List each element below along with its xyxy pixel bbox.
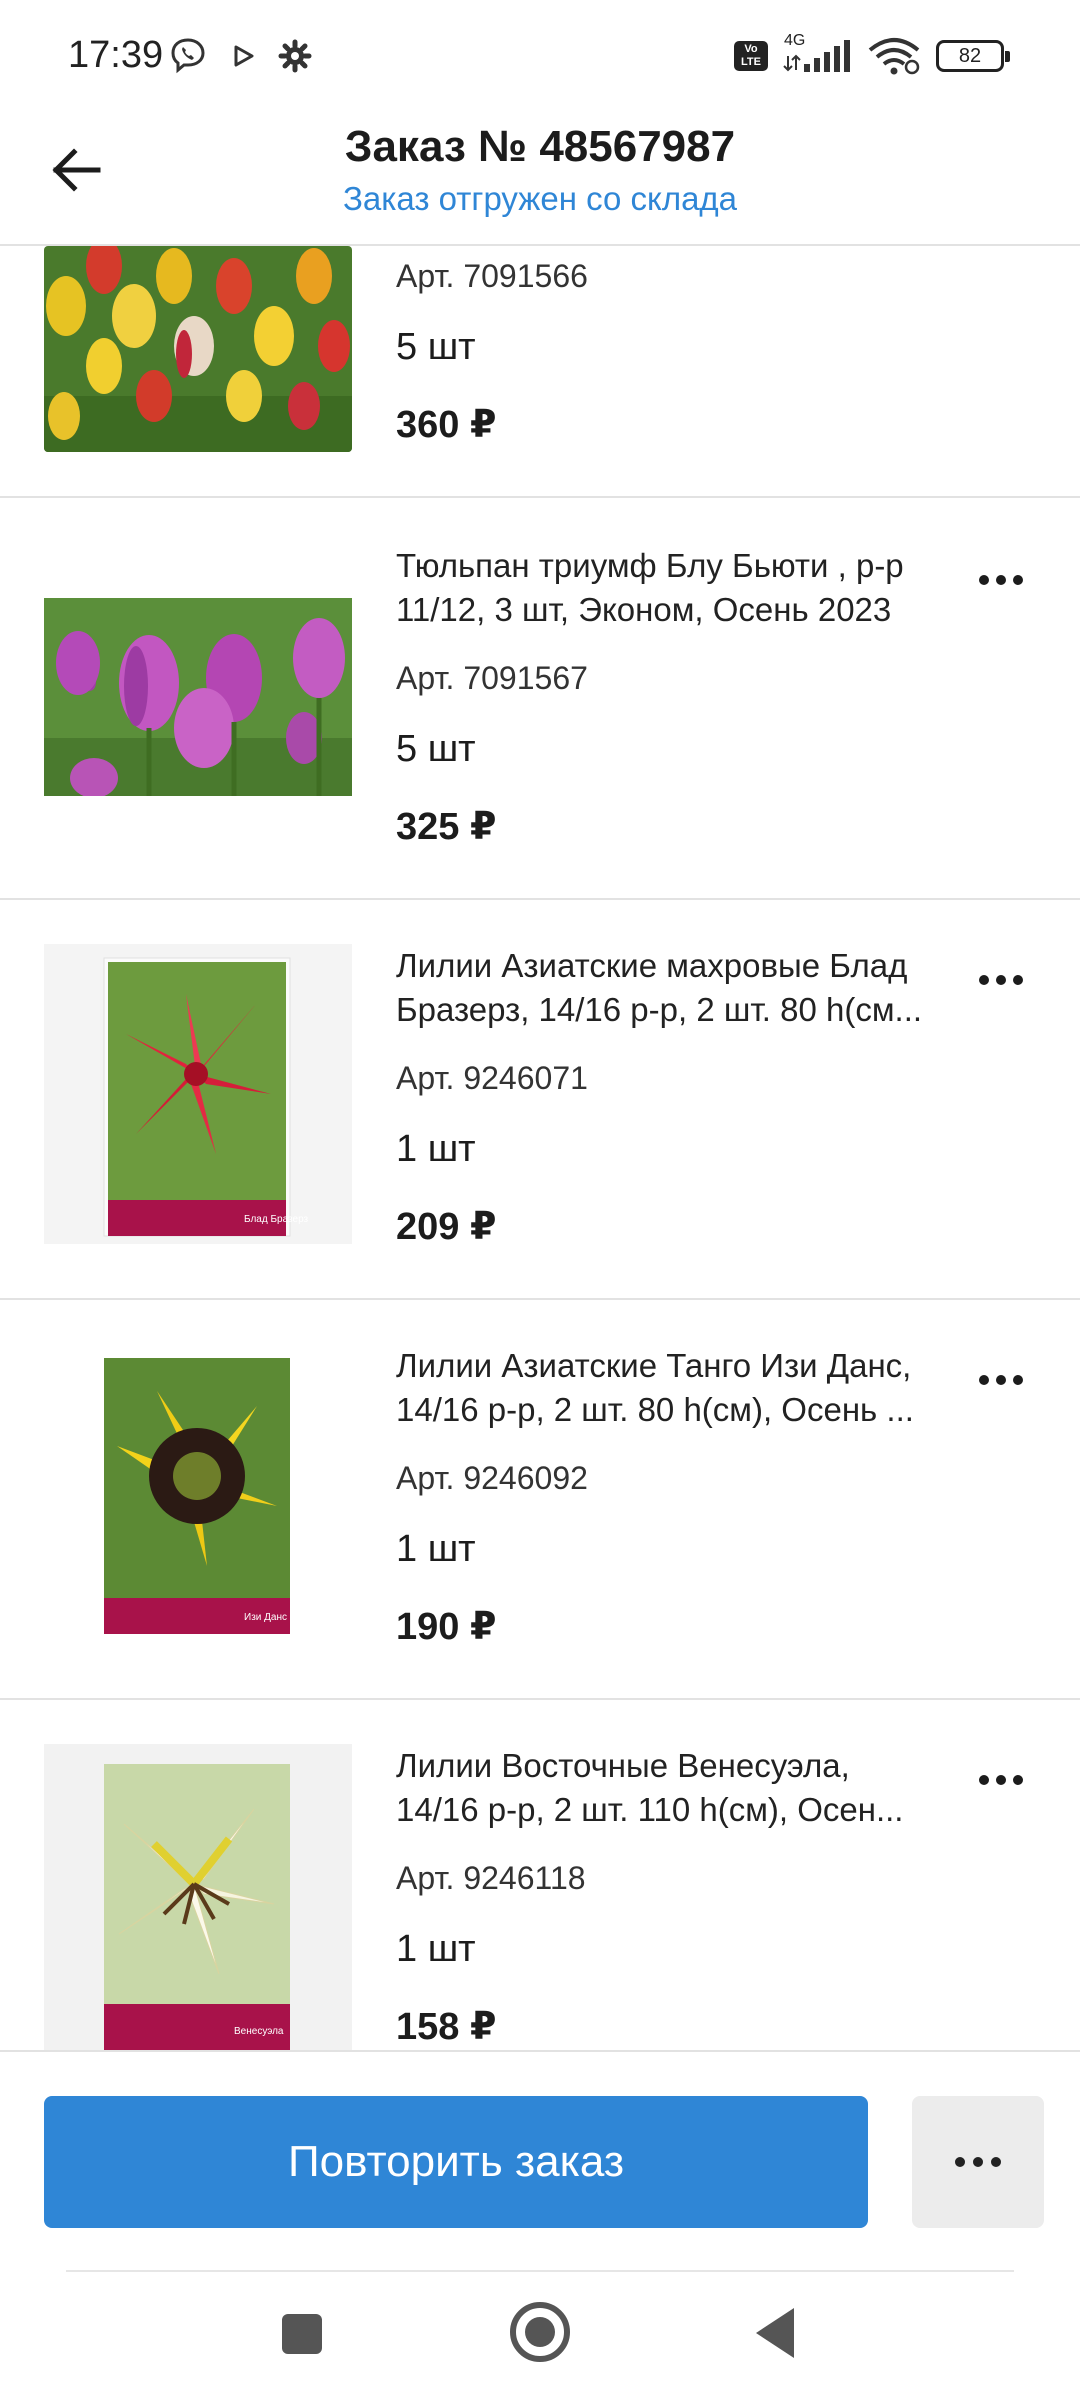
order-item[interactable]: Изи Данс Лилии Азиатские Танго Изи Данс,… [0, 1300, 1080, 1700]
product-image[interactable]: Изи Данс [44, 1344, 352, 1644]
item-name-line: Лилии Восточные Венесуэла, [396, 1747, 850, 1784]
svg-text:Венесуэла: Венесуэла [234, 2026, 284, 2037]
page-title: Заказ № 48567987 [344, 122, 736, 171]
item-more-button[interactable] [966, 960, 1036, 1000]
item-name-line: Тюльпан триумф Блу Бьюти , р-р [396, 547, 904, 584]
item-price: 190 ₽ [396, 1606, 497, 1648]
product-image[interactable]: Венесуэла [44, 1744, 352, 2050]
item-price: 325 ₽ [396, 806, 497, 848]
item-more-button[interactable] [966, 1360, 1036, 1400]
play-store-icon [234, 45, 254, 67]
item-quantity: 5 шт [396, 326, 476, 368]
item-article: Арт. 7091566 [396, 258, 588, 294]
order-item[interactable]: Арт. 7091566 5 шт 360 ₽ [0, 246, 1080, 498]
product-image[interactable] [44, 246, 352, 452]
svg-text:Изи Данс: Изи Данс [244, 1612, 287, 1623]
item-article: Арт. 7091567 [396, 660, 588, 696]
svg-text:Блад Бразерз: Блад Бразерз [244, 1214, 309, 1225]
system-back-button[interactable] [756, 2308, 794, 2358]
more-icon [955, 2157, 965, 2167]
gear-icon [278, 39, 312, 73]
order-header: Заказ № 48567987 Заказ отгружен со склад… [0, 118, 1080, 246]
order-item[interactable]: Блад Бразерз Лилии Азиатские махровые Бл… [0, 900, 1080, 1300]
wifi-icon [868, 38, 920, 75]
item-name: Лилии Азиатские махровые Блад Бразерз, 1… [396, 944, 956, 1032]
item-price: 158 ₽ [396, 2006, 497, 2048]
item-article: Арт. 9246092 [396, 1460, 588, 1496]
item-name-line: 14/16 р-р, 2 шт. 80 h(см), Осень ... [396, 1391, 914, 1428]
item-name-line: Лилии Азиатские махровые Блад [396, 947, 908, 984]
bottom-action-bar: Повторить заказ [0, 2050, 1080, 2272]
item-name-line: Бразерз, 14/16 р-р, 2 шт. 80 h(см... [396, 991, 923, 1028]
more-actions-button[interactable] [912, 2096, 1044, 2228]
item-name: Лилии Азиатские Танго Изи Данс, 14/16 р-… [396, 1344, 956, 1432]
item-quantity: 1 шт [396, 1128, 476, 1170]
item-name: Тюльпан триумф Блу Бьюти , р-р 11/12, 3 … [396, 544, 956, 632]
cellular-signal-icon: 4G [782, 32, 852, 74]
item-quantity: 1 шт [396, 1528, 476, 1570]
item-quantity: 5 шт [396, 728, 476, 770]
item-more-button[interactable] [966, 1760, 1036, 1800]
recents-button[interactable] [282, 2314, 322, 2354]
order-item[interactable]: Венесуэла Лилии Восточные Венесуэла, 14/… [0, 1700, 1080, 2050]
item-name-line: 14/16 р-р, 2 шт. 110 h(см), Осен... [396, 1791, 904, 1828]
item-name-line: Лилии Азиатские Танго Изи Данс, [396, 1347, 912, 1384]
product-image[interactable] [44, 598, 352, 796]
item-price: 209 ₽ [396, 1206, 497, 1248]
home-button[interactable] [510, 2302, 570, 2362]
item-price: 360 ₽ [396, 404, 497, 446]
repeat-order-button[interactable]: Повторить заказ [44, 2096, 868, 2228]
item-name-line: 11/12, 3 шт, Эконом, Осень 2023 [396, 591, 892, 628]
system-navigation-bar [0, 2272, 1080, 2400]
order-items-list[interactable]: Арт. 7091566 5 шт 360 ₽ Тюльпан триумф Б… [0, 246, 1080, 2050]
item-quantity: 1 шт [396, 1928, 476, 1970]
product-image[interactable]: Блад Бразерз [44, 944, 352, 1244]
battery-icon: 82 [936, 40, 1010, 72]
item-more-button[interactable] [966, 560, 1036, 600]
item-article: Арт. 9246071 [396, 1060, 588, 1096]
status-time: 17:39 [68, 34, 164, 76]
status-left-icons [168, 36, 312, 76]
volte-icon: Vo LTE [734, 41, 768, 71]
status-right-icons: Vo LTE 4G 82 [734, 32, 1010, 76]
viber-icon [171, 38, 205, 74]
order-item[interactable]: Тюльпан триумф Блу Бьюти , р-р 11/12, 3 … [0, 500, 1080, 900]
item-article: Арт. 9246118 [396, 1860, 586, 1896]
item-name: Лилии Восточные Венесуэла, 14/16 р-р, 2 … [396, 1744, 956, 1832]
status-bar: 17:39 Vo LTE 4G 82 [0, 0, 1080, 118]
order-status: Заказ отгружен со склада [342, 180, 738, 217]
